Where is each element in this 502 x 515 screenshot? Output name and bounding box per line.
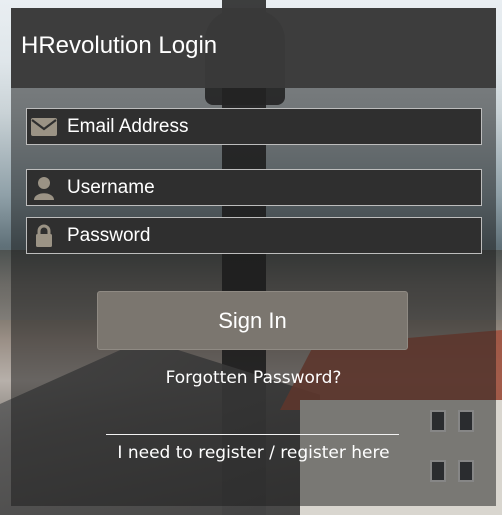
divider: [106, 434, 399, 435]
username-field[interactable]: Username: [26, 169, 482, 206]
username-field-label: Username: [67, 177, 155, 198]
password-field[interactable]: Password: [26, 217, 482, 254]
password-field-label: Password: [67, 225, 151, 246]
forgot-password-link[interactable]: Forgotten Password?: [11, 368, 496, 388]
sign-in-button[interactable]: Sign In: [97, 291, 408, 350]
login-header: HRevolution Login: [11, 8, 496, 88]
envelope-icon: [30, 115, 58, 139]
register-link[interactable]: I need to register / register here: [11, 443, 496, 463]
lock-icon: [30, 224, 58, 248]
email-field-label: Email Address: [67, 116, 189, 137]
page-title: HRevolution Login: [21, 32, 218, 59]
user-icon: [30, 176, 58, 200]
email-field[interactable]: Email Address: [26, 108, 482, 145]
login-panel: HRevolution Login Email Address Username: [11, 8, 496, 506]
